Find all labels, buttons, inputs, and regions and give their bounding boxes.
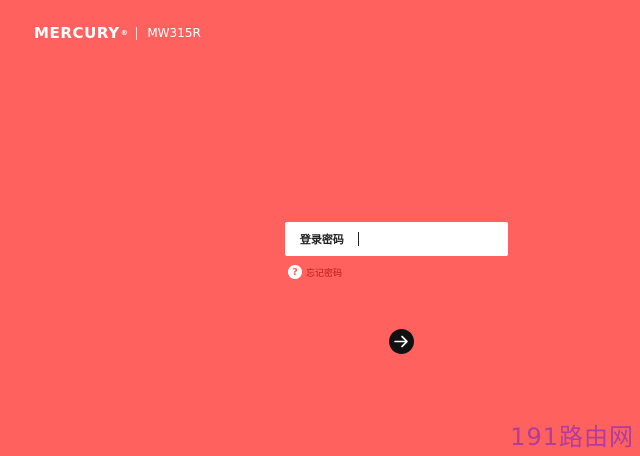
login-password-box: 登录密码 — [285, 222, 508, 256]
trademark-symbol: ® — [120, 29, 129, 37]
model-name: MW315R — [147, 26, 201, 40]
password-input[interactable] — [353, 228, 498, 250]
header: MERCURY® MW315R — [34, 24, 201, 42]
question-mark-icon: ? — [288, 265, 302, 279]
forgot-password-link[interactable]: ? 忘记密码 — [288, 265, 342, 279]
arrow-right-icon — [394, 335, 408, 348]
password-label: 登录密码 — [300, 233, 344, 246]
forgot-password-label: 忘记密码 — [306, 268, 343, 279]
text-cursor — [358, 232, 359, 246]
watermark: 191路由网 — [510, 423, 634, 451]
login-submit-button[interactable] — [389, 329, 414, 354]
brand-logo: MERCURY® — [34, 24, 129, 42]
header-divider — [136, 26, 138, 40]
